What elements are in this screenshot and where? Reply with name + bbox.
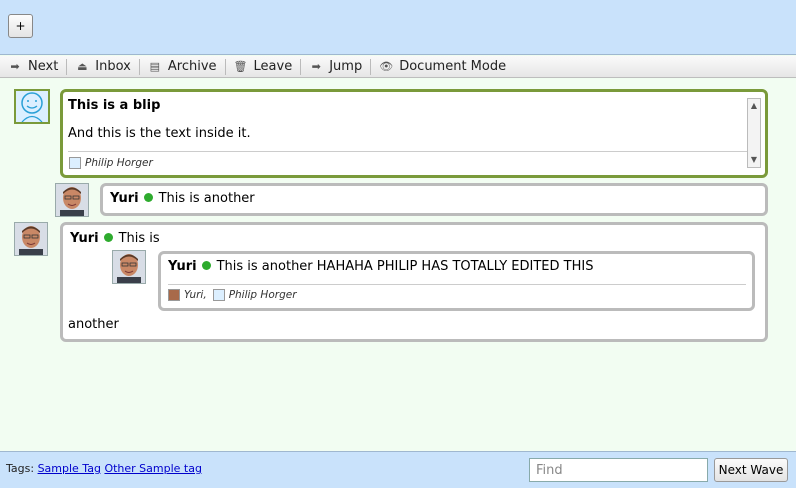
new-wave-button[interactable]: + (8, 14, 33, 38)
arrow-right-icon: ➡ (311, 59, 321, 73)
eye-icon: 👁 (379, 59, 394, 73)
scroll-up-icon[interactable]: ▲ (748, 99, 760, 113)
scroll-down-icon[interactable]: ▼ (748, 153, 760, 167)
yuri-avatar (112, 250, 146, 284)
next-wave-button[interactable]: Next Wave (714, 458, 788, 482)
blip-this-is-another[interactable]: Yuri This is another (100, 183, 768, 216)
blip-this-is[interactable]: Yuri This is Yuri This is another HAHAHA P… (60, 222, 768, 342)
nested-blip[interactable]: Yuri This is another HAHAHA PHILIP HAS TO… (158, 251, 755, 311)
leave-button[interactable]: 🗑 Leave (226, 56, 301, 78)
blip-scrollbar[interactable]: ▲ ▼ (747, 98, 761, 168)
inbox-label: Inbox (95, 59, 131, 74)
author-name: Yuri (168, 259, 197, 274)
inbox-icon: ⏏ (77, 59, 88, 73)
tag-link[interactable]: Other Sample tag (104, 462, 202, 475)
author-name: Yuri (110, 191, 139, 206)
blip-line: Yuri This is another HAHAHA PHILIP HAS TO… (168, 259, 593, 274)
blip-this-is-a-blip[interactable]: This is a blip And this is the text insi… (60, 89, 768, 178)
bottom-bar: Tags: Sample Tag Other Sample tag Next W… (0, 451, 796, 488)
blip-line: Yuri This is (70, 231, 160, 246)
contributor-name: Philip Horger (228, 289, 297, 301)
yuri-avatar (14, 222, 48, 256)
trash-icon: 🗑 (233, 59, 248, 73)
contributor-avatar-icon (69, 157, 81, 169)
online-status-icon (103, 233, 113, 242)
tags-bar: Tags: Sample Tag Other Sample tag (6, 462, 202, 475)
blip-line: Yuri This is another (110, 191, 255, 206)
tag-link[interactable]: Sample Tag (38, 462, 101, 475)
smiley-avatar-icon (14, 89, 50, 124)
find-input[interactable] (529, 458, 708, 482)
author-name: Yuri (70, 231, 99, 246)
blip-contributors: Philip Horger (69, 157, 153, 169)
blip-divider (168, 284, 746, 285)
jump-label: Jump (329, 59, 363, 74)
document-mode-button[interactable]: 👁 Document Mode (371, 56, 514, 78)
top-bar: + (0, 0, 796, 55)
blip-text: This is another HAHAHA PHILIP HAS TOTALL… (216, 259, 594, 274)
document-mode-label: Document Mode (399, 59, 507, 74)
next-label: Next (28, 59, 59, 74)
contributor-name: Yuri, (184, 289, 207, 301)
archive-icon: ▤ (149, 59, 161, 73)
next-button[interactable]: ➡ Next (0, 56, 66, 78)
blip-title: This is a blip (68, 98, 161, 113)
archive-label: Archive (167, 59, 217, 74)
blip-text: This is (118, 231, 160, 246)
tags-label: Tags: (6, 462, 35, 475)
blip-contributors: Yuri, Philip Horger (168, 289, 297, 301)
contributor-avatar-icon (168, 289, 180, 301)
wave-panel: This is a blip And this is the text insi… (0, 79, 796, 476)
blip-text: This is another (158, 191, 255, 206)
arrow-right-icon: ➡ (10, 59, 20, 73)
leave-label: Leave (253, 59, 293, 74)
inbox-button[interactable]: ⏏ Inbox (67, 56, 139, 78)
online-status-icon (201, 261, 211, 270)
blip-body: And this is the text inside it. (68, 126, 251, 141)
contributor-name: Philip Horger (85, 157, 153, 169)
wave-toolbar: ➡ Next ⏏ Inbox ▤ Archive 🗑 Leave ➡ Jump … (0, 56, 796, 78)
online-status-icon (143, 193, 153, 202)
blip-text: another (68, 317, 119, 332)
jump-button[interactable]: ➡ Jump (301, 56, 370, 78)
archive-button[interactable]: ▤ Archive (140, 56, 225, 78)
yuri-avatar (55, 183, 89, 217)
blip-divider (68, 151, 760, 152)
contributor-avatar-icon (212, 289, 225, 301)
